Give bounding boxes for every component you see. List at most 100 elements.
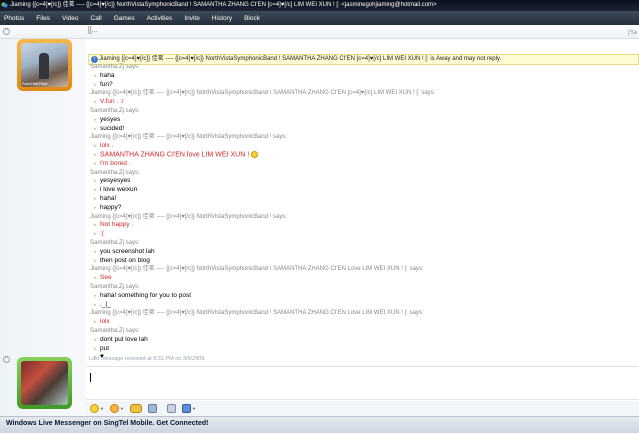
bullet-icon: ▸ xyxy=(94,72,97,79)
menu-video[interactable]: Video xyxy=(62,15,79,22)
message-line: ▸ yesyesyes xyxy=(90,177,635,186)
message-sender-header: Samantha.Zj says: xyxy=(90,239,140,246)
emoticon-icon xyxy=(90,404,99,413)
bullet-icon: ▸ xyxy=(94,116,97,123)
chevron-up-icon: ^ xyxy=(5,28,8,34)
bullet-icon: ▸ xyxy=(94,99,97,106)
background-icon xyxy=(181,404,191,413)
menu-photos[interactable]: Photos xyxy=(4,15,24,22)
message-text: yesyesyes xyxy=(100,177,131,185)
message-text: See xyxy=(100,274,112,282)
nudge-icon xyxy=(129,404,142,413)
message-text: haha xyxy=(100,71,115,79)
message-line: ▸ yesyes xyxy=(90,116,635,125)
dropdown-arrow-icon: ▼ xyxy=(119,406,124,411)
message-line: ▸:( xyxy=(90,230,635,239)
bullet-icon: ▸ xyxy=(94,292,97,299)
message-sender-header: Samantha.Zj says: xyxy=(90,327,140,334)
message-text: sucided! xyxy=(100,124,125,132)
message-input[interactable] xyxy=(86,366,639,400)
last-message-timestamp: Last message received at 8:31 PM on 3/5/… xyxy=(89,356,206,362)
display-picture-pane: Sam'Hatt'Rnbr ^ xyxy=(0,39,86,433)
own-photo xyxy=(21,361,68,405)
message-text: lolx xyxy=(100,318,110,326)
footer-text: Windows Live Messenger on SingTel Mobile… xyxy=(6,420,209,427)
message-text: put xyxy=(100,344,110,352)
bullet-icon: ▸ xyxy=(94,125,97,132)
menu-games[interactable]: Games xyxy=(114,15,135,22)
message-line: ▸ I'm bored . xyxy=(90,160,635,169)
message-line: ▸ put xyxy=(90,345,635,354)
menu-history[interactable]: History xyxy=(212,15,232,22)
message-line: ▸ V.fun . :/ xyxy=(90,98,635,107)
message-line: ▸ happy? xyxy=(90,204,635,213)
message-text: V.fun . :/ xyxy=(100,98,124,106)
voice-clip-button[interactable] xyxy=(147,404,157,413)
bullet-icon: ▸ xyxy=(94,160,97,167)
message-text: dont put love lah xyxy=(100,335,148,343)
message-line: ▸ dont put love lah xyxy=(90,336,635,345)
message-line: ▸ lolx xyxy=(90,318,635,327)
conversation-history[interactable]: i Jiaming {[c=4]♥[/c]} 佳茗 ---- {[c=4]♥[/… xyxy=(86,39,639,359)
font-button[interactable] xyxy=(166,404,176,413)
message-sender-header: Samantha.Zj says: xyxy=(90,107,140,114)
message-line: ▸ SAMANTHA ZHANG CI'EN love LIM WEI XUN ! xyxy=(90,150,635,160)
message-line: ▸ you screenshot lah xyxy=(90,248,635,257)
font-icon xyxy=(166,404,176,413)
message-sender-header: Samantha.Zj says: xyxy=(90,64,140,70)
bullet-icon: ▸ xyxy=(94,143,97,150)
smiley-icon xyxy=(251,150,259,158)
bullet-icon: ▸ xyxy=(94,81,97,88)
own-avatar[interactable] xyxy=(17,357,72,409)
bullet-icon: ▸ xyxy=(94,231,97,238)
bullet-icon: ▸ xyxy=(94,204,97,211)
emoticon-button[interactable]: ▼ xyxy=(90,404,104,413)
message-text: I'm bored . xyxy=(100,159,131,167)
message-line: ▸ Not happy . xyxy=(90,221,635,230)
bullet-icon: ▸ xyxy=(94,222,97,229)
message-text: haha! xyxy=(100,194,117,202)
bullet-icon: ▸ xyxy=(94,187,97,194)
message-line: ▸ i love weixun xyxy=(90,186,635,195)
menu-files[interactable]: Files xyxy=(36,15,50,22)
message-text: fun? xyxy=(100,80,113,88)
message-text: lolx . xyxy=(100,142,114,150)
contact-name-right: [Sa xyxy=(627,30,637,36)
background-button[interactable]: ▼ xyxy=(181,404,196,413)
message-sender-header: Jiaming {[c=4]♥[/c]} 佳茗 ---- {[c=4]♥[/c]… xyxy=(90,134,288,141)
window-title: Jiaming {[c=4]♥[/c]} 佳茗 ---- {[c=4]♥[/c]… xyxy=(10,2,437,8)
message-list: Samantha.Zj says: ▸ haha ▸ fun? Jiaming {[c=4… xyxy=(90,63,635,359)
menu-call[interactable]: Call xyxy=(91,15,102,22)
info-icon: i xyxy=(91,56,98,63)
contact-header: ^ [[... [Sa xyxy=(0,25,639,39)
avatar-caption: Sam'Hatt'Rnbr xyxy=(22,81,48,86)
title-bar: Jiaming {[c=4]♥[/c]} 佳茗 ---- {[c=4]♥[/c]… xyxy=(0,0,639,11)
menu-activities[interactable]: Activities xyxy=(147,15,173,22)
bullet-icon: ▸ xyxy=(94,248,97,255)
message-text: i love weixun xyxy=(100,186,138,194)
message-text: Not happy . xyxy=(100,221,134,229)
message-line: ▸ haha! xyxy=(90,195,635,204)
footer-banner[interactable]: Windows Live Messenger on SingTel Mobile… xyxy=(0,416,639,433)
message-line: ▸ See xyxy=(90,274,635,283)
bullet-icon: ▸ xyxy=(94,301,97,308)
bullet-icon: ▸ xyxy=(94,336,97,343)
bullet-icon: ▸ xyxy=(94,257,97,264)
nudge-button[interactable] xyxy=(129,404,142,413)
message-sender-header: Samantha.Zj says: xyxy=(90,169,140,176)
bullet-icon: ▸ xyxy=(94,178,97,185)
menu-invite[interactable]: Invite xyxy=(184,15,200,22)
message-sender-header: Samantha.Zj says: xyxy=(90,283,140,290)
voice-clip-icon xyxy=(147,404,157,413)
contact-avatar[interactable]: Sam'Hatt'Rnbr xyxy=(17,39,72,91)
dropdown-arrow-icon: ▼ xyxy=(100,406,104,411)
menu-block[interactable]: Block xyxy=(244,15,260,22)
message-text: then post on blog xyxy=(100,256,150,264)
message-text: you screenshot lah xyxy=(100,247,155,255)
collapse-display-picture-button[interactable]: ^ xyxy=(3,28,10,35)
wink-button[interactable]: ▼ xyxy=(109,404,124,413)
collapse-own-picture-button[interactable]: ^ xyxy=(3,356,10,363)
message-line: ▸ lolx . xyxy=(90,142,635,151)
message-line: ▸ ._|_ xyxy=(90,301,635,310)
message-sender-header: Jiaming {[c=4]♥[/c]} 佳茗 ---- {[c=4]♥[/c]… xyxy=(90,90,436,97)
